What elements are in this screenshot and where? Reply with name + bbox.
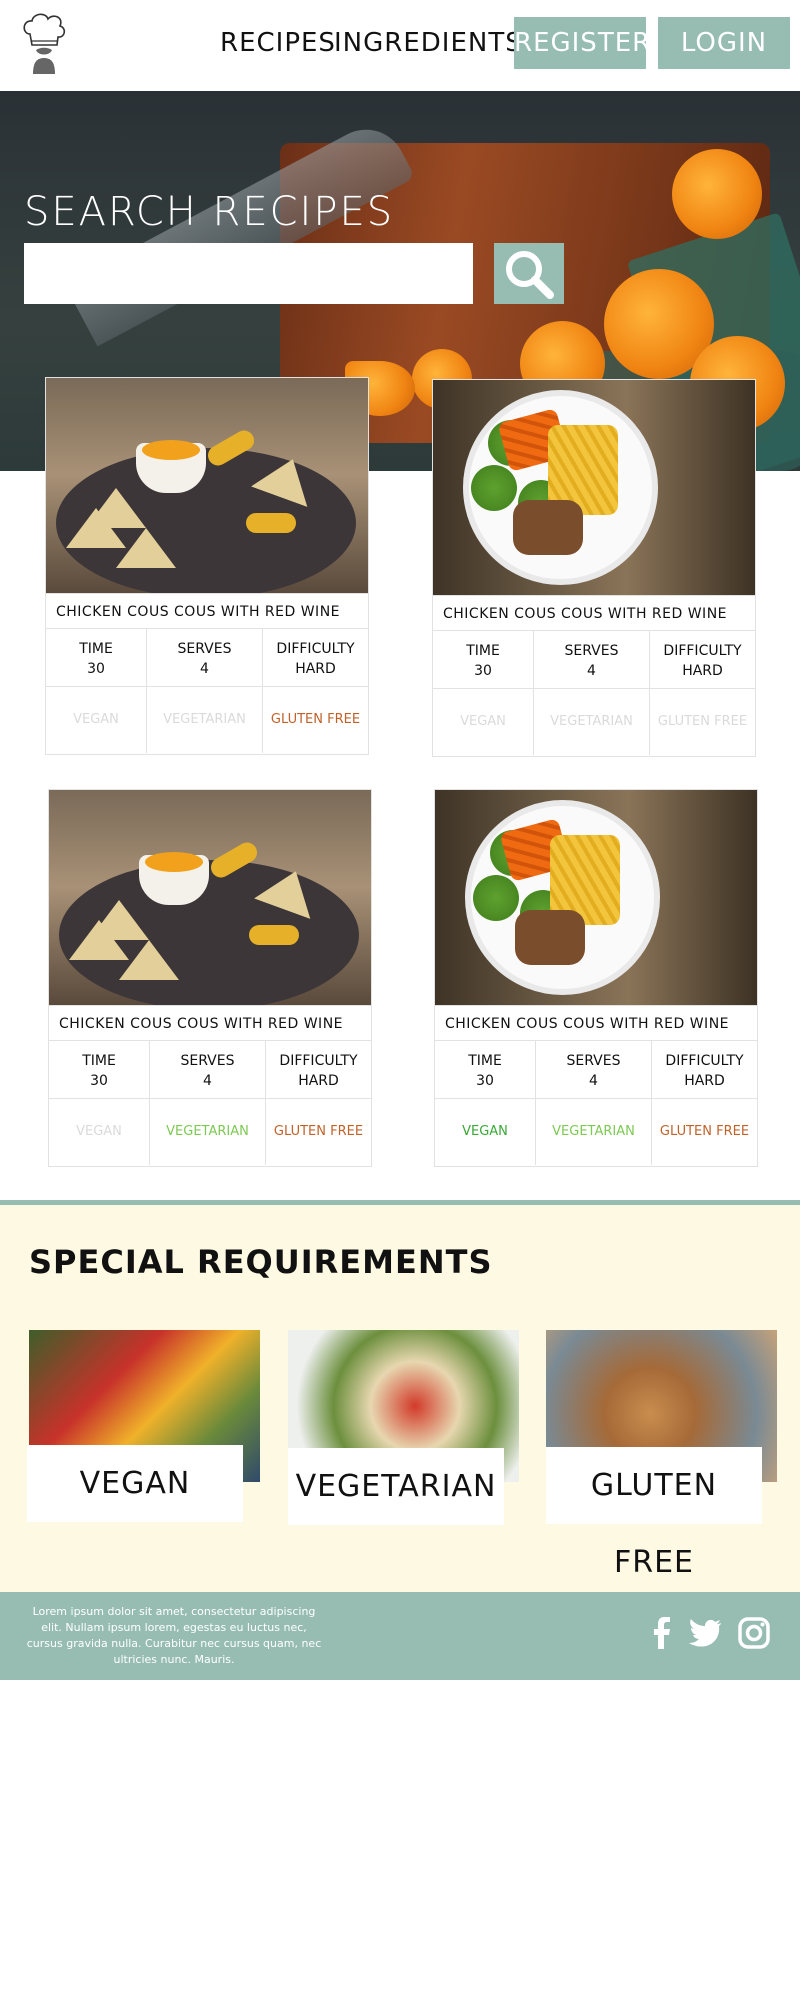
recipe-tags: VEGAN VEGETARIAN GLUTEN FREE (46, 687, 368, 753)
meta-time: TIME 30 (49, 1041, 150, 1099)
tag-vegan: VEGAN (433, 689, 534, 755)
site-footer: Lorem ipsum dolor sit amet, consectetur … (0, 1592, 800, 1680)
facebook-icon[interactable] (645, 1616, 679, 1650)
recipe-tags: VEGAN VEGETARIAN GLUTEN FREE (435, 1099, 757, 1165)
recipe-card[interactable]: CHICKEN COUS COUS WITH RED WINE TIME 30 S… (434, 789, 758, 1167)
meta-difficulty: DIFFICULTY HARD (663, 643, 742, 679)
section-title: SPECIAL REQUIREMENTS (29, 1243, 493, 1281)
orange-image (672, 149, 762, 239)
special-requirements: SPECIAL REQUIREMENTS VEGAN VEGETARIAN GL… (0, 1200, 800, 1592)
recipe-image (49, 790, 371, 1005)
instagram-icon[interactable] (737, 1616, 771, 1650)
recipe-title[interactable]: CHICKEN COUS COUS WITH RED WINE (435, 1005, 757, 1041)
nav-ingredients[interactable]: INGREDIENTS (334, 28, 523, 58)
special-label[interactable]: GLUTEN FREE (546, 1447, 762, 1580)
special-label[interactable]: VEGAN (27, 1445, 243, 1522)
meta-time: TIME 30 (46, 629, 147, 687)
footer-text: Lorem ipsum dolor sit amet, consectetur … (26, 1605, 322, 1666)
recipe-image (433, 380, 755, 595)
login-button[interactable]: LOGIN (658, 17, 790, 69)
recipe-tags: VEGAN VEGETARIAN GLUTEN FREE (49, 1099, 371, 1165)
tag-vegetarian: VEGETARIAN (534, 689, 650, 755)
recipe-title[interactable]: CHICKEN COUS COUS WITH RED WINE (46, 593, 368, 629)
search-title: SEARCH RECIPES (24, 189, 395, 235)
meta-serves: SERVES 4 (534, 631, 650, 689)
meta-difficulty: DIFFICULTY HARD (665, 1053, 744, 1089)
meta-difficulty: DIFFICULTY HARD (276, 641, 355, 677)
special-label[interactable]: VEGETARIAN (288, 1448, 504, 1525)
meta-serves: SERVES 4 (150, 1041, 266, 1099)
tag-gluten-free: GLUTEN FREE (270, 712, 361, 727)
recipe-image (435, 790, 757, 1005)
recipe-card[interactable]: CHICKEN COUS COUS WITH RED WINE TIME 30 S… (45, 377, 369, 755)
tag-vegetarian: VEGETARIAN (536, 1099, 652, 1165)
search-input[interactable] (24, 243, 473, 304)
twitter-icon[interactable] (688, 1616, 722, 1650)
chef-hat-icon[interactable] (20, 12, 68, 74)
tag-gluten-free: GLUTEN FREE (659, 1124, 750, 1139)
meta-time: TIME 30 (435, 1041, 536, 1099)
search-button[interactable] (494, 243, 564, 304)
recipe-title[interactable]: CHICKEN COUS COUS WITH RED WINE (433, 595, 755, 631)
tag-gluten-free: GLUTEN FREE (273, 1124, 364, 1139)
meta-time: TIME 30 (433, 631, 534, 689)
recipe-image (46, 378, 368, 593)
recipe-card[interactable]: CHICKEN COUS COUS WITH RED WINE TIME 30 S… (48, 789, 372, 1167)
tag-vegan: VEGAN (46, 687, 147, 753)
site-header: RECIPES INGREDIENTS REGISTER LOGIN (0, 0, 800, 91)
meta-serves: SERVES 4 (147, 629, 263, 687)
tag-gluten-free: GLUTEN FREE (657, 714, 748, 729)
recipe-meta: TIME 30 SERVES 4 DIFFICULTY HARD (49, 1041, 371, 1099)
meta-difficulty: DIFFICULTY HARD (279, 1053, 358, 1089)
recipe-meta: TIME 30 SERVES 4 DIFFICULTY HARD (435, 1041, 757, 1099)
tag-vegan: VEGAN (49, 1099, 150, 1165)
recipe-tags: VEGAN VEGETARIAN GLUTEN FREE (433, 689, 755, 755)
tag-vegetarian: VEGETARIAN (150, 1099, 266, 1165)
recipe-card[interactable]: CHICKEN COUS COUS WITH RED WINE TIME 30 S… (432, 379, 756, 757)
recipe-title[interactable]: CHICKEN COUS COUS WITH RED WINE (49, 1005, 371, 1041)
tag-vegan: VEGAN (435, 1099, 536, 1165)
recipe-meta: TIME 30 SERVES 4 DIFFICULTY HARD (433, 631, 755, 689)
register-button[interactable]: REGISTER (514, 17, 650, 69)
recipe-meta: TIME 30 SERVES 4 DIFFICULTY HARD (46, 629, 368, 687)
magnifier-icon (506, 251, 554, 299)
nav-recipes[interactable]: RECIPES (220, 28, 336, 58)
tag-vegetarian: VEGETARIAN (147, 687, 263, 753)
meta-serves: SERVES 4 (536, 1041, 652, 1099)
